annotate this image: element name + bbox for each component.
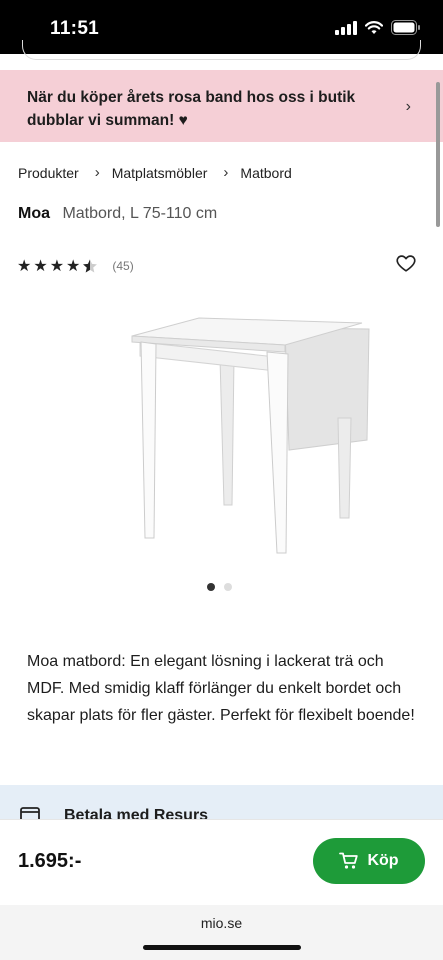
buy-button[interactable]: Köp [313, 838, 425, 884]
promo-banner[interactable]: När du köper årets rosa band hos oss i b… [0, 70, 443, 142]
breadcrumb-item-matbord[interactable]: Matbord [240, 165, 291, 181]
product-image[interactable] [110, 300, 390, 570]
scrollbar[interactable] [436, 82, 440, 227]
product-subtitle: Matbord, L 75-110 cm [62, 205, 218, 222]
home-indicator [143, 945, 301, 950]
star-icon: ★ [33, 258, 48, 275]
gallery-dot-1[interactable] [207, 583, 215, 591]
browser-url-bar[interactable]: mio.se [0, 905, 443, 960]
product-price: 1.695:- [18, 850, 82, 872]
battery-icon [391, 20, 420, 35]
chevron-right-icon: › [94, 164, 100, 181]
wifi-icon [365, 20, 383, 34]
half-star-icon [83, 259, 98, 273]
product-description: Moa matbord: En elegant lösning i lacker… [27, 653, 415, 724]
review-count: (45) [112, 259, 134, 273]
heart-icon[interactable] [395, 252, 417, 274]
gallery-pagination[interactable] [207, 583, 232, 591]
product-title: Moa Matbord, L 75-110 cm [18, 205, 217, 223]
cellular-signal-icon [335, 20, 357, 35]
star-icon: ★ [17, 258, 32, 275]
product-brand: Moa [18, 205, 50, 222]
chevron-right-icon: › [405, 98, 411, 115]
star-icon: ★ [49, 258, 65, 275]
breadcrumb-item-matplatsmobler[interactable]: Matplatsmöbler [112, 165, 208, 181]
star-icon: ★ [66, 258, 81, 275]
status-icons [335, 20, 421, 35]
breadcrumb: Produkter › Matplatsmöbler › Matbord [18, 164, 292, 181]
product-rating[interactable]: ★ ★ ★ ★ (45) [17, 256, 134, 276]
gallery-dot-2[interactable] [224, 583, 232, 591]
url-text: mio.se [200, 915, 243, 931]
status-time: 11:51 [50, 18, 100, 39]
search-field-remnant[interactable] [0, 40, 443, 70]
promo-text: När du köper årets rosa band hos oss i b… [27, 89, 356, 129]
purchase-bar: 1.695:- Köp [0, 819, 443, 905]
chevron-right-icon: › [223, 164, 229, 181]
buy-button-label: Köp [367, 852, 399, 869]
breadcrumb-item-produkter[interactable]: Produkter [18, 165, 79, 181]
cart-icon [339, 852, 359, 869]
